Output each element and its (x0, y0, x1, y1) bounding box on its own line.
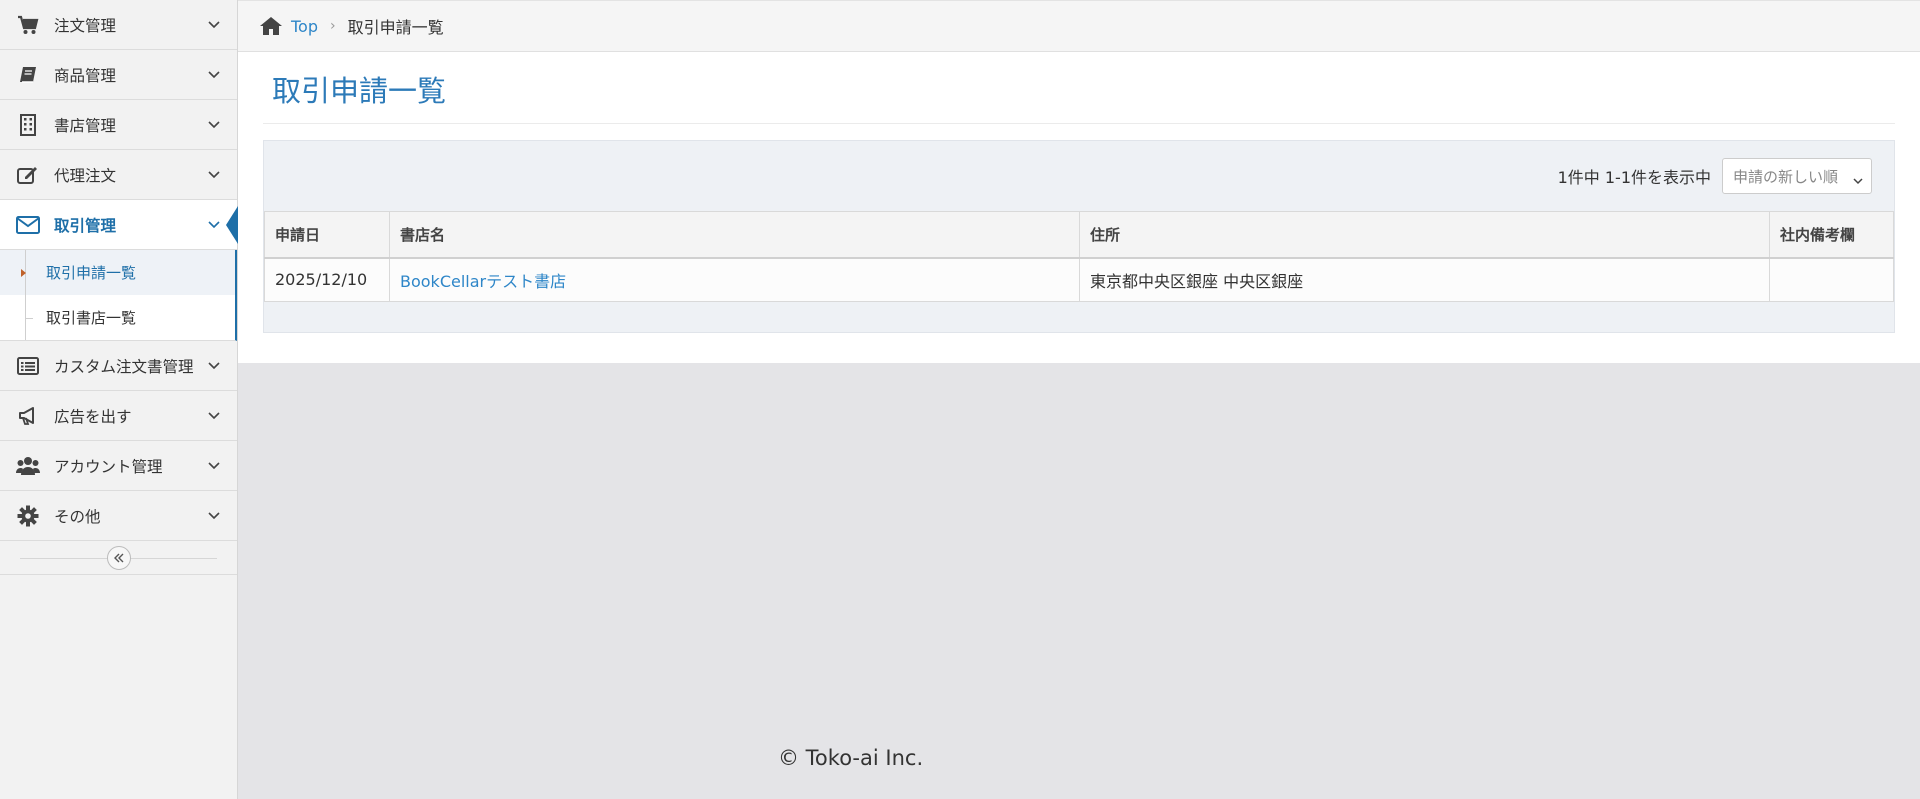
sidebar-item-accounts[interactable]: アカウント管理 (0, 441, 237, 491)
sidebar-subitem-label: 取引書店一覧 (46, 309, 137, 327)
chevron-down-icon (207, 218, 221, 232)
chevron-down-icon (207, 168, 221, 182)
breadcrumb: Top › 取引申請一覧 (238, 0, 1920, 52)
breadcrumb-current: 取引申請一覧 (347, 18, 444, 37)
list-toolbar: 1件中 1-1件を表示中 申請の新しい順 (264, 141, 1894, 211)
chevron-down-icon (207, 18, 221, 32)
title-divider (263, 123, 1895, 124)
cell-date: 2025/12/10 (264, 257, 390, 302)
sidebar: 注文管理 商品管理 書店管理 代理注文 取引管理 取引申請一覧 取引書店一覧 カ… (0, 0, 238, 799)
breadcrumb-home-link[interactable]: Top (291, 17, 318, 36)
sidebar-item-label: その他 (54, 507, 101, 526)
cell-store-name: BookCellarテスト書店 (389, 257, 1080, 302)
application-list-box: 1件中 1-1件を表示中 申請の新しい順 申請日 書店名 住所 社内備考欄 20… (263, 140, 1895, 333)
store-name-link[interactable]: BookCellarテスト書店 (400, 272, 566, 291)
sidebar-subitem-bookstore-list[interactable]: 取引書店一覧 (0, 295, 235, 340)
sidebar-item-label: カスタム注文書管理 (54, 357, 194, 376)
double-chevron-left-icon (113, 549, 125, 567)
sort-select[interactable]: 申請の新しい順 (1722, 158, 1872, 194)
caret-right-icon (21, 268, 26, 277)
sidebar-item-transactions[interactable]: 取引管理 (0, 200, 237, 250)
table-row: 2025/12/10 BookCellarテスト書店 東京都中央区銀座 中央区銀… (264, 257, 1894, 302)
book-icon (16, 63, 40, 87)
chevron-down-icon (207, 509, 221, 523)
edit-icon (16, 163, 40, 187)
sidebar-subitem-label: 取引申請一覧 (46, 264, 137, 282)
gear-icon (16, 504, 40, 528)
sidebar-item-label: 注文管理 (54, 16, 117, 35)
sidebar-item-label: 広告を出す (54, 407, 132, 426)
application-table: 申請日 書店名 住所 社内備考欄 2025/12/10 BookCellarテス… (264, 211, 1894, 302)
sidebar-item-other[interactable]: その他 (0, 491, 237, 541)
content-panel: 取引申請一覧 1件中 1-1件を表示中 申請の新しい順 申請日 書店名 住所 社… (238, 52, 1920, 363)
envelope-icon (16, 213, 40, 237)
sidebar-collapse-row (0, 541, 237, 575)
sidebar-item-advertise[interactable]: 広告を出す (0, 391, 237, 441)
cart-icon (16, 13, 40, 37)
breadcrumb-separator-icon: › (330, 18, 336, 34)
transactions-submenu: 取引申請一覧 取引書店一覧 (0, 250, 237, 341)
sidebar-item-products[interactable]: 商品管理 (0, 50, 237, 100)
page-title: 取引申請一覧 (272, 74, 447, 108)
main-area: Top › 取引申請一覧 取引申請一覧 1件中 1-1件を表示中 申請の新しい順… (238, 0, 1920, 799)
sidebar-collapse-button[interactable] (106, 545, 131, 570)
sidebar-subitem-application-list[interactable]: 取引申請一覧 (0, 250, 235, 295)
list-icon (16, 354, 40, 378)
chevron-down-icon (207, 118, 221, 132)
sort-select-value: 申請の新しい順 (1733, 167, 1839, 186)
column-header-date: 申請日 (264, 211, 390, 259)
sidebar-item-label: 代理注文 (54, 166, 117, 185)
sidebar-item-label: 取引管理 (54, 216, 117, 235)
column-header-address: 住所 (1079, 211, 1770, 259)
sidebar-item-label: 書店管理 (54, 116, 117, 135)
result-count: 1件中 1-1件を表示中 (1557, 168, 1711, 187)
table-header-row: 申請日 書店名 住所 社内備考欄 (264, 211, 1894, 259)
column-header-store-name: 書店名 (389, 211, 1080, 259)
sidebar-item-proxy-order[interactable]: 代理注文 (0, 150, 237, 200)
footer-copyright: © Toko-ai Inc. (778, 746, 924, 770)
cell-address: 東京都中央区銀座 中央区銀座 (1079, 257, 1770, 302)
chevron-down-icon (207, 459, 221, 473)
users-icon (16, 454, 40, 478)
sidebar-item-label: 商品管理 (54, 66, 117, 85)
chevron-down-icon (207, 359, 221, 373)
chevron-down-icon (207, 68, 221, 82)
sidebar-item-bookstores[interactable]: 書店管理 (0, 100, 237, 150)
chevron-down-icon (1853, 171, 1863, 189)
sidebar-item-label: アカウント管理 (54, 457, 163, 476)
column-header-notes: 社内備考欄 (1769, 211, 1894, 259)
chevron-down-icon (207, 409, 221, 423)
cell-notes (1769, 257, 1894, 302)
sidebar-item-orders[interactable]: 注文管理 (0, 0, 237, 50)
home-icon[interactable] (259, 15, 283, 37)
megaphone-icon (16, 404, 40, 428)
building-icon (16, 113, 40, 137)
sidebar-item-custom-order-forms[interactable]: カスタム注文書管理 (0, 341, 237, 391)
